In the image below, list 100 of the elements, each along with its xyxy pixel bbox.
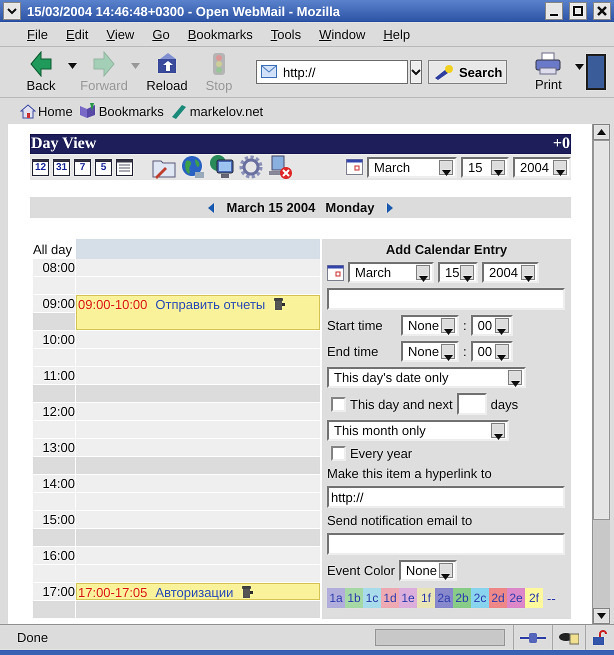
minimize-button[interactable] — [545, 2, 563, 20]
trash-icon[interactable] — [241, 585, 254, 598]
gear-icon[interactable] — [239, 155, 263, 179]
menu-item[interactable]: Tools — [262, 26, 310, 42]
color-select[interactable]: None — [398, 560, 457, 581]
dropdown-arrow-icon[interactable] — [497, 354, 506, 360]
email-label: Send notification email to — [327, 513, 474, 528]
plug-icon[interactable] — [520, 632, 546, 644]
month-select[interactable]: March — [348, 262, 434, 283]
search-icon — [433, 64, 455, 80]
menu-item[interactable]: Go — [143, 26, 179, 42]
search-button[interactable]: Search — [428, 60, 508, 84]
calendar-view-button[interactable]: 31 — [53, 158, 70, 176]
print-button[interactable]: Print — [523, 52, 574, 92]
minute-select[interactable]: 00 — [470, 315, 513, 336]
month-select[interactable]: March — [367, 156, 457, 178]
dropdown-arrow-icon[interactable] — [444, 354, 452, 360]
bookmark-item[interactable]: Bookmarks — [78, 103, 164, 119]
minimize-icon — [550, 14, 558, 16]
padlock-icon[interactable] — [592, 630, 608, 646]
menu-item[interactable]: Edit — [56, 26, 98, 42]
menu-item[interactable]: Window — [310, 26, 374, 42]
window-menu-button[interactable] — [3, 2, 21, 20]
globe-icon[interactable] — [181, 155, 205, 179]
trash-icon[interactable] — [273, 297, 286, 310]
dropdown-arrow-icon[interactable] — [444, 328, 452, 334]
color-swatch[interactable]: 1f — [417, 588, 435, 608]
start-time-label: Start time — [327, 318, 384, 333]
event-color-label: Event Color — [327, 563, 395, 578]
day-view-title: Day View — [31, 135, 96, 153]
no-color-option[interactable]: -- — [547, 590, 556, 606]
dropdown-arrow-icon[interactable] — [441, 574, 450, 580]
dropdown-arrow-icon[interactable] — [462, 276, 472, 282]
color-swatch[interactable]: 2b — [453, 588, 471, 608]
year-select[interactable]: 2004 — [482, 262, 539, 283]
event-title-field[interactable] — [327, 288, 565, 310]
menu-item[interactable]: Help — [374, 26, 420, 42]
bookmark-item[interactable]: Home — [20, 103, 73, 119]
dropdown-arrow-icon[interactable] — [494, 434, 502, 440]
color-swatch[interactable]: 2c — [471, 588, 489, 608]
color-swatch[interactable]: 1a — [327, 588, 345, 608]
next-day-arrow[interactable] — [386, 202, 393, 212]
maximize-button[interactable] — [569, 2, 587, 20]
hour-select[interactable]: None — [401, 315, 459, 336]
hour-select[interactable]: None — [401, 341, 459, 362]
calendar-icon[interactable] — [327, 264, 344, 280]
email-field[interactable] — [327, 533, 565, 555]
close-button[interactable] — [593, 2, 611, 20]
color-swatch[interactable]: 1c — [363, 588, 381, 608]
color-swatch[interactable]: 1b — [345, 588, 363, 608]
eye-note-icon[interactable] — [559, 630, 579, 644]
computer-x-icon[interactable] — [267, 154, 293, 180]
dropdown-arrow-icon[interactable] — [442, 170, 450, 176]
bookmark-item[interactable]: markelov.net — [170, 103, 264, 119]
color-swatch[interactable]: 2f — [525, 588, 543, 608]
hour-label: 11:00 — [33, 367, 75, 403]
dropdown-arrow-icon[interactable] — [524, 276, 532, 282]
month-scope-select[interactable]: This month only — [327, 420, 509, 441]
monitor-globe-icon[interactable] — [209, 154, 235, 180]
hour-label: 09:00 — [33, 295, 75, 331]
menu-item[interactable]: File — [18, 26, 57, 42]
dropdown-arrow-icon[interactable] — [510, 380, 520, 386]
minute-select[interactable]: 00 — [470, 341, 513, 362]
dropdown-arrow-icon[interactable] — [418, 276, 428, 282]
bookmarks-icon — [78, 103, 97, 119]
recurrence-select[interactable]: This day's date only — [327, 367, 526, 388]
year-select[interactable]: 2004 — [513, 156, 571, 178]
dropdown-arrow-icon[interactable] — [556, 170, 564, 176]
calendar-event[interactable]: 09:00-10:00 Отправить отчеты — [76, 295, 320, 330]
url-field[interactable]: http:// — [256, 60, 408, 84]
color-swatch[interactable]: 1e — [399, 588, 417, 608]
menu-item[interactable]: Bookmarks — [178, 26, 262, 42]
scrollbar[interactable] — [592, 124, 610, 624]
calendar-view-button[interactable]: 5 — [95, 158, 112, 176]
day-select[interactable]: 15 — [438, 262, 478, 283]
dropdown-arrow-icon[interactable] — [494, 170, 502, 176]
toolbar-button[interactable]: Reload — [142, 51, 192, 93]
caret-icon[interactable] — [68, 63, 77, 69]
calendar-event[interactable]: 17:00-17:05 Авторизации — [76, 583, 320, 600]
menu-item[interactable]: View — [97, 26, 144, 42]
days-field[interactable] — [456, 393, 487, 415]
checkbox[interactable] — [331, 446, 346, 461]
envelope-icon — [261, 65, 277, 78]
scroll-down-icon[interactable] — [597, 613, 606, 619]
hyperlink-field[interactable]: http:// — [327, 486, 565, 508]
scroll-up-icon[interactable] — [597, 129, 606, 135]
previous-day-arrow[interactable] — [208, 202, 214, 212]
checkbox[interactable] — [331, 396, 346, 412]
current-date: March 15 2004 — [226, 200, 316, 215]
dropdown-arrow-icon[interactable] — [497, 328, 506, 334]
color-swatch[interactable]: 1d — [381, 588, 399, 608]
calendar-icon[interactable] — [346, 159, 363, 175]
toolbar-button[interactable]: Back — [16, 51, 66, 93]
calendar-view-button[interactable]: 7 — [74, 158, 91, 176]
list-icon[interactable] — [116, 158, 133, 176]
day-select[interactable]: 15 — [461, 156, 509, 178]
caret-icon[interactable] — [575, 64, 584, 70]
all-day-cell[interactable] — [76, 239, 320, 259]
calendar-view-button[interactable]: 12 — [32, 158, 49, 176]
url-dropdown-button[interactable] — [410, 60, 422, 84]
